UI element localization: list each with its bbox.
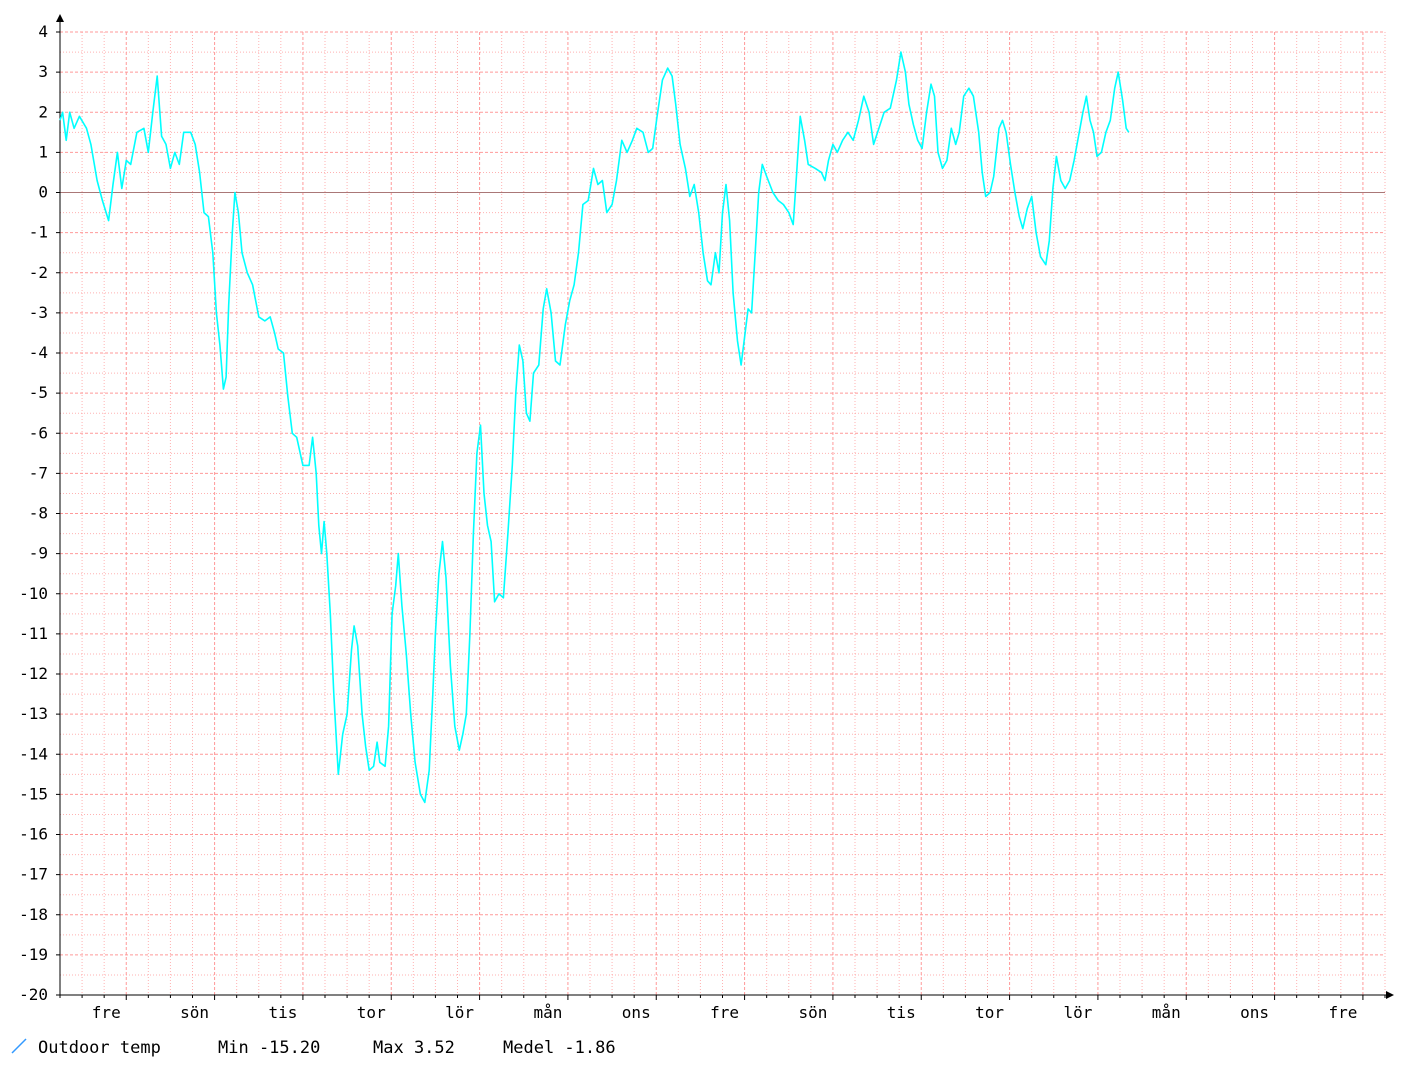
y-tick-label: -10 — [19, 584, 48, 603]
y-axis-arrow-icon — [56, 14, 64, 22]
legend-mean-value: Medel -1.86 — [503, 1038, 616, 1058]
y-tick-label: -17 — [19, 865, 48, 884]
legend-max-value: Max 3.52 — [373, 1038, 455, 1058]
axes — [56, 14, 1394, 999]
y-tick-label: 0 — [38, 183, 48, 202]
x-tick-label: tis — [268, 1003, 297, 1022]
x-tick-label: sön — [798, 1003, 827, 1022]
y-tick-label: -15 — [19, 784, 48, 803]
y-tick-label: -6 — [29, 423, 48, 442]
x-tick-label: tor — [357, 1003, 386, 1022]
x-tick-label: lör — [1063, 1003, 1092, 1022]
y-tick-label: -2 — [29, 263, 48, 282]
legend: Outdoor temp Min -15.20 Max 3.52 Medel -… — [11, 1038, 616, 1058]
legend-swatch-icon — [11, 1038, 27, 1054]
x-tick-label: mån — [1152, 1003, 1181, 1022]
x-axis-arrow-icon — [1386, 991, 1394, 999]
x-tick-label: sön — [180, 1003, 209, 1022]
y-tick-label: -1 — [29, 223, 48, 242]
y-tick-label: -16 — [19, 825, 48, 844]
x-tick-label: tor — [975, 1003, 1004, 1022]
y-tick-label: 4 — [38, 22, 48, 41]
y-tick-label: 3 — [38, 62, 48, 81]
x-tick-label: ons — [622, 1003, 651, 1022]
x-tick-label: fre — [710, 1003, 739, 1022]
y-tick-labels: 4 3 2 1 0 -1 -2 -3 -4 -5 -6 -7 -8 -9 -10 -11 -12 -13 -14 -1… — [19, 22, 60, 1004]
series-line-outdoor-temp — [59, 51, 1130, 804]
y-tick-label: -9 — [29, 544, 48, 563]
y-tick-label: -18 — [19, 905, 48, 924]
legend-min-value: Min -15.20 — [218, 1038, 320, 1058]
y-tick-label: -3 — [29, 303, 48, 322]
temperature-chart: 4 3 2 1 0 -1 -2 -3 -4 -5 -6 -7 -8 -9 -10 -11 -12 -13 -14 -1… — [11, 14, 1394, 1058]
x-tick-label: tis — [887, 1003, 916, 1022]
series-layer — [59, 51, 1130, 804]
x-tick-labels: fre sön tis tor lör mån ons fre sön tis tor lör mån o… — [59, 995, 1386, 1022]
x-tick-label: ons — [1240, 1003, 1269, 1022]
x-tick-label: lör — [445, 1003, 474, 1022]
y-tick-label: -7 — [29, 463, 48, 482]
y-tick-label: -12 — [19, 664, 48, 683]
y-tick-label: 1 — [38, 142, 48, 161]
y-tick-label: -4 — [29, 343, 48, 362]
legend-series-label: Outdoor temp — [38, 1038, 161, 1058]
y-tick-label: -5 — [29, 383, 48, 402]
y-tick-label: -19 — [19, 945, 48, 964]
x-tick-label: mån — [533, 1003, 562, 1022]
y-tick-label: -20 — [19, 985, 48, 1004]
y-tick-label: -8 — [29, 504, 48, 523]
x-tick-label: fre — [1328, 1003, 1357, 1022]
y-tick-label: 2 — [38, 102, 48, 121]
x-tick-label: fre — [92, 1003, 121, 1022]
y-tick-label: -14 — [19, 744, 48, 763]
y-tick-label: -11 — [19, 624, 48, 643]
y-tick-label: -13 — [19, 704, 48, 723]
